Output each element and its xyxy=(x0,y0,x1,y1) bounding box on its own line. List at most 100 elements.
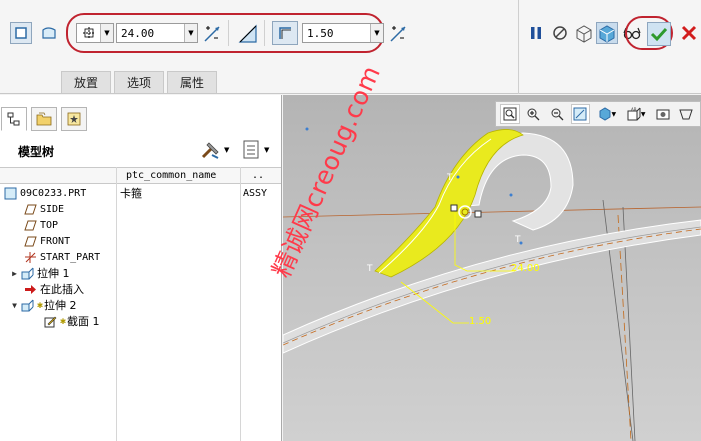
saved-views-icon: AB xyxy=(627,107,641,121)
extrude-icon xyxy=(21,267,34,280)
chevron-down-icon: ▼ xyxy=(264,146,270,154)
tools-icon xyxy=(201,142,219,159)
dimension-label-15[interactable]: 1.50 xyxy=(469,316,491,327)
model-tree-title: 模型树 xyxy=(18,145,55,159)
detached-preview-button[interactable] xyxy=(596,22,618,44)
datum-plane-edge xyxy=(283,206,701,218)
show-button[interactable]: ▼ xyxy=(242,139,278,161)
saved-views-button[interactable]: AB ▼ xyxy=(624,104,649,124)
surface-icon xyxy=(42,27,56,39)
expand-icon[interactable]: ▶ xyxy=(10,269,19,278)
attached-preview-button[interactable] xyxy=(574,23,594,43)
insert-arrow-icon xyxy=(24,283,37,296)
model-tree-panel: 模型树 ▼ ▼ ptc_common_name .. 09C0233.PRT 卡… xyxy=(0,95,282,441)
display-style-button[interactable]: ▼ xyxy=(594,104,619,124)
repaint-button[interactable] xyxy=(570,104,591,124)
collapse-icon[interactable]: ▼ xyxy=(10,301,19,310)
tree-row-extrude-1[interactable]: ▶ 拉伸 1 xyxy=(0,265,281,281)
solid-button[interactable] xyxy=(10,22,32,44)
ring-band xyxy=(283,219,701,354)
tree-row-part[interactable]: 09C0233.PRT 卡箍 ASSY xyxy=(0,185,281,201)
drag-handle-center[interactable] xyxy=(461,208,469,216)
tree-item-label: 在此插入 xyxy=(40,283,84,296)
remove-material-button[interactable] xyxy=(236,22,260,46)
separator xyxy=(518,0,519,94)
view-manager-button[interactable] xyxy=(653,104,673,124)
remove-material-icon xyxy=(238,24,257,43)
common-name-cell: 卡箍 xyxy=(120,187,142,200)
sketch-icon xyxy=(44,315,57,328)
cancel-button[interactable] xyxy=(680,24,698,42)
drag-handle-square[interactable] xyxy=(474,210,482,218)
no-preview-icon xyxy=(553,26,567,40)
tab-folder-browser[interactable] xyxy=(31,107,57,131)
tree-item-label: START_PART xyxy=(40,251,101,263)
refit-button[interactable] xyxy=(500,104,520,124)
flip-depth-direction-button[interactable] xyxy=(202,24,222,44)
tab-properties[interactable]: 属性 xyxy=(167,71,217,93)
surface-button[interactable] xyxy=(38,22,60,44)
depth-value-input[interactable]: 24.00 ▼ xyxy=(116,23,198,43)
tab-favorites[interactable] xyxy=(61,107,87,131)
chevron-down-icon: ▼ xyxy=(224,146,230,154)
thickness-value-input[interactable]: 1.50 ▼ xyxy=(302,23,384,43)
chevron-down-icon: ▼ xyxy=(100,24,113,42)
datum-point xyxy=(456,175,460,179)
ok-button[interactable] xyxy=(647,22,671,46)
column-ptc-common-name[interactable]: ptc_common_name xyxy=(126,170,216,181)
tree-column-header: ptc_common_name .. xyxy=(0,167,281,184)
tree-row-start-part[interactable]: START_PART xyxy=(0,249,281,265)
tree-row-section-1[interactable]: ✱ 截面 1 xyxy=(0,313,281,329)
tree-item-label: FRONT xyxy=(40,235,71,247)
solid-icon xyxy=(15,27,27,39)
extrude-icon xyxy=(21,299,34,312)
chevron-down-icon: ▼ xyxy=(184,24,197,42)
thicken-sketch-icon xyxy=(279,27,291,39)
thickness-value: 1.50 xyxy=(307,26,334,40)
tree-row-top[interactable]: TOP xyxy=(0,217,281,233)
new-feature-star-icon: ✱ xyxy=(60,315,67,327)
model-tree-icon xyxy=(7,112,20,126)
model-geometry: T T T xyxy=(283,127,701,441)
new-feature-star-icon: ✱ xyxy=(37,299,44,311)
tree-row-side[interactable]: SIDE xyxy=(0,201,281,217)
tree-settings-button[interactable]: ▼ xyxy=(200,139,234,161)
repaint-icon xyxy=(573,107,587,121)
depth-value: 24.00 xyxy=(121,26,155,40)
zoom-in-icon xyxy=(527,108,540,121)
tangent-marker: T xyxy=(366,264,373,274)
refit-zoom-icon xyxy=(503,107,517,121)
perspective-button[interactable] xyxy=(676,104,696,124)
zoom-out-icon xyxy=(551,108,564,121)
thicken-sketch-button[interactable] xyxy=(272,21,298,45)
tree-row-front[interactable]: FRONT xyxy=(0,233,281,249)
checkmark-icon xyxy=(650,27,668,42)
zoom-in-button[interactable] xyxy=(524,104,544,124)
datum-point xyxy=(509,193,513,197)
feature-dashboard: ▼ 24.00 ▼ 1.50 ▼ 放置 选项 属性 xyxy=(0,0,701,94)
favorites-icon xyxy=(67,112,81,126)
flip-thickness-direction-button[interactable] xyxy=(388,24,408,44)
tree-row-insert-here[interactable]: 在此插入 xyxy=(0,281,281,297)
drag-handle-square[interactable] xyxy=(450,204,458,212)
dimension-label-24[interactable]: 24.00 xyxy=(511,263,540,274)
tree-item-label: 拉伸 1 xyxy=(37,267,70,280)
tab-model-tree[interactable] xyxy=(1,107,27,131)
pause-button[interactable] xyxy=(527,24,545,42)
dashboard-tabs: 放置 选项 属性 xyxy=(61,71,220,93)
column-more[interactable]: .. xyxy=(252,170,264,181)
tree-item-label: SIDE xyxy=(40,203,65,215)
list-icon xyxy=(243,140,259,159)
tab-placement[interactable]: 放置 xyxy=(61,71,111,93)
blind-depth-icon xyxy=(77,26,100,40)
tab-options[interactable]: 选项 xyxy=(114,71,164,93)
chevron-down-icon: ▼ xyxy=(640,110,646,118)
depth-option-dropdown[interactable]: ▼ xyxy=(76,23,114,43)
perspective-icon xyxy=(679,109,693,120)
graphics-viewport[interactable]: T T T 24.00 1.50 ▼ AB ▼ xyxy=(283,95,701,441)
zoom-out-button[interactable] xyxy=(547,104,567,124)
tree-row-extrude-2[interactable]: ▼ ✱ 拉伸 2 xyxy=(0,297,281,313)
no-preview-button[interactable] xyxy=(551,24,569,42)
svg-text:AB: AB xyxy=(631,107,637,112)
view-toolbar: ▼ AB ▼ xyxy=(495,101,701,127)
